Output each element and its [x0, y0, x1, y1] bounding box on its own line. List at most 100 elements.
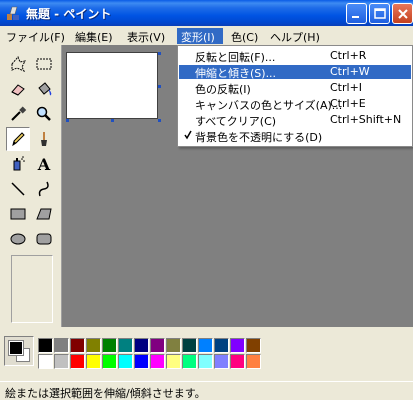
- current-colors[interactable]: [4, 336, 34, 366]
- palette-swatch[interactable]: [182, 338, 197, 353]
- menu-view[interactable]: 表示(V): [123, 28, 173, 44]
- menu-file[interactable]: ファイル(F): [2, 28, 65, 44]
- menu-item-shortcut: Ctrl+E: [330, 97, 366, 110]
- menu-item-shortcut: Ctrl+W: [330, 65, 370, 78]
- palette-swatch[interactable]: [246, 354, 261, 369]
- window-title: 無題 - ペイント: [26, 7, 112, 21]
- status-bar: 絵または選択範囲を伸縮/傾斜させます。: [0, 381, 413, 400]
- menu-item-stretch-skew[interactable]: 伸縮と傾き(S)... Ctrl+W: [179, 65, 411, 80]
- pencil-tool[interactable]: [6, 127, 30, 151]
- curve-icon: [38, 181, 49, 197]
- rectangle-tool[interactable]: [6, 202, 30, 226]
- resize-handle-right[interactable]: [158, 85, 161, 88]
- minimize-button[interactable]: [346, 3, 367, 24]
- resize-handle-bottom[interactable]: [111, 119, 114, 122]
- palette-swatch[interactable]: [166, 354, 181, 369]
- free-select-icon: [11, 56, 26, 72]
- palette-swatch[interactable]: [118, 338, 133, 353]
- color-picker-tool[interactable]: [6, 102, 30, 126]
- palette-swatch[interactable]: [70, 338, 85, 353]
- polygon-icon: [36, 208, 52, 220]
- palette-swatch[interactable]: [198, 338, 213, 353]
- menu-item-flip-rotate[interactable]: 反転と回転(F)... Ctrl+R: [179, 49, 411, 64]
- close-icon: [398, 9, 408, 19]
- menu-item-label: すべてクリア(C): [195, 115, 277, 128]
- palette-swatch[interactable]: [182, 354, 197, 369]
- palette-swatch[interactable]: [86, 354, 101, 369]
- palette-swatch[interactable]: [38, 338, 53, 353]
- status-text: 絵または選択範囲を伸縮/傾斜させます。: [5, 387, 206, 400]
- resize-handle-bottom-right[interactable]: [158, 119, 161, 122]
- foreground-color: [8, 340, 24, 356]
- tool-options-box[interactable]: [11, 255, 53, 323]
- palette-swatch[interactable]: [38, 354, 53, 369]
- menu-item-canvas-attributes[interactable]: キャンバスの色とサイズ(A)... Ctrl+E: [179, 97, 411, 112]
- curve-tool[interactable]: [32, 177, 56, 201]
- maximize-button[interactable]: [369, 3, 390, 24]
- rect-select-tool[interactable]: [32, 52, 56, 76]
- menu-item-clear-image[interactable]: すべてクリア(C) Ctrl+Shift+N: [179, 113, 411, 128]
- palette-swatch[interactable]: [230, 354, 245, 369]
- menu-item-shortcut: Ctrl+Shift+N: [330, 113, 402, 126]
- menu-help[interactable]: ヘルプ(H): [266, 28, 326, 44]
- rect-select-icon: [36, 58, 52, 70]
- ellipse-icon: [10, 233, 26, 245]
- palette-swatch[interactable]: [102, 354, 117, 369]
- menu-item-invert-colors[interactable]: 色の反転(I) Ctrl+I: [179, 81, 411, 96]
- line-icon: [11, 182, 25, 196]
- free-select-tool[interactable]: [6, 52, 30, 76]
- brush-icon: [41, 132, 47, 146]
- palette-swatch[interactable]: [54, 338, 69, 353]
- menu-item-label: 伸縮と傾き(S)...: [195, 67, 277, 80]
- palette-swatch[interactable]: [86, 338, 101, 353]
- resize-handle-top-right[interactable]: [158, 52, 161, 55]
- palette-swatch[interactable]: [198, 354, 213, 369]
- text-tool[interactable]: A: [32, 152, 56, 176]
- palette-swatch[interactable]: [230, 338, 245, 353]
- airbrush-icon: [13, 156, 25, 171]
- menu-bar: ファイル(F) 編集(E) 表示(V) 変形(I) 色(C) ヘルプ(H): [0, 26, 413, 45]
- menu-item-draw-opaque[interactable]: 背景色を不透明にする(D): [179, 129, 411, 144]
- magnifier-tool[interactable]: [32, 102, 56, 126]
- menu-item-label: キャンバスの色とサイズ(A)...: [195, 99, 343, 112]
- resize-handle-bottom-left[interactable]: [66, 119, 69, 122]
- title-bar: 無題 - ペイント: [0, 0, 413, 26]
- color-picker-icon: [11, 106, 27, 121]
- palette-swatch[interactable]: [246, 338, 261, 353]
- tool-box: A: [0, 45, 62, 327]
- palette-swatch[interactable]: [134, 338, 149, 353]
- eraser-tool[interactable]: [6, 77, 30, 101]
- ellipse-tool[interactable]: [6, 227, 30, 251]
- fill-tool[interactable]: [32, 77, 56, 101]
- checkmark-icon: [184, 130, 192, 140]
- palette-swatch[interactable]: [70, 354, 85, 369]
- polygon-tool[interactable]: [32, 202, 56, 226]
- color-palette: [0, 327, 413, 381]
- paint-app-icon: [7, 6, 19, 20]
- line-tool[interactable]: [6, 177, 30, 201]
- palette-swatch[interactable]: [166, 338, 181, 353]
- palette-swatch[interactable]: [54, 354, 69, 369]
- eraser-icon: [11, 84, 25, 96]
- image-menu-dropdown: 反転と回転(F)... Ctrl+R 伸縮と傾き(S)... Ctrl+W 色の…: [177, 45, 413, 147]
- pencil-icon: [12, 132, 25, 147]
- palette-swatch[interactable]: [118, 354, 133, 369]
- menu-colors[interactable]: 色(C): [227, 28, 261, 44]
- rounded-rect-tool[interactable]: [32, 227, 56, 251]
- close-button[interactable]: [392, 3, 413, 24]
- palette-swatch[interactable]: [214, 354, 229, 369]
- menu-edit[interactable]: 編集(E): [71, 28, 119, 44]
- palette-swatch[interactable]: [102, 338, 117, 353]
- palette-swatch[interactable]: [150, 338, 165, 353]
- rectangle-icon: [10, 208, 26, 220]
- palette-swatch[interactable]: [134, 354, 149, 369]
- brush-tool[interactable]: [32, 127, 56, 151]
- menu-item-label: 背景色を不透明にする(D): [195, 131, 323, 144]
- maximize-icon: [374, 8, 386, 19]
- menu-item-label: 反転と回転(F)...: [195, 51, 276, 64]
- palette-swatch[interactable]: [150, 354, 165, 369]
- menu-image[interactable]: 変形(I): [177, 28, 223, 44]
- airbrush-tool[interactable]: [6, 152, 30, 176]
- palette-swatch[interactable]: [214, 338, 229, 353]
- canvas[interactable]: [66, 52, 158, 119]
